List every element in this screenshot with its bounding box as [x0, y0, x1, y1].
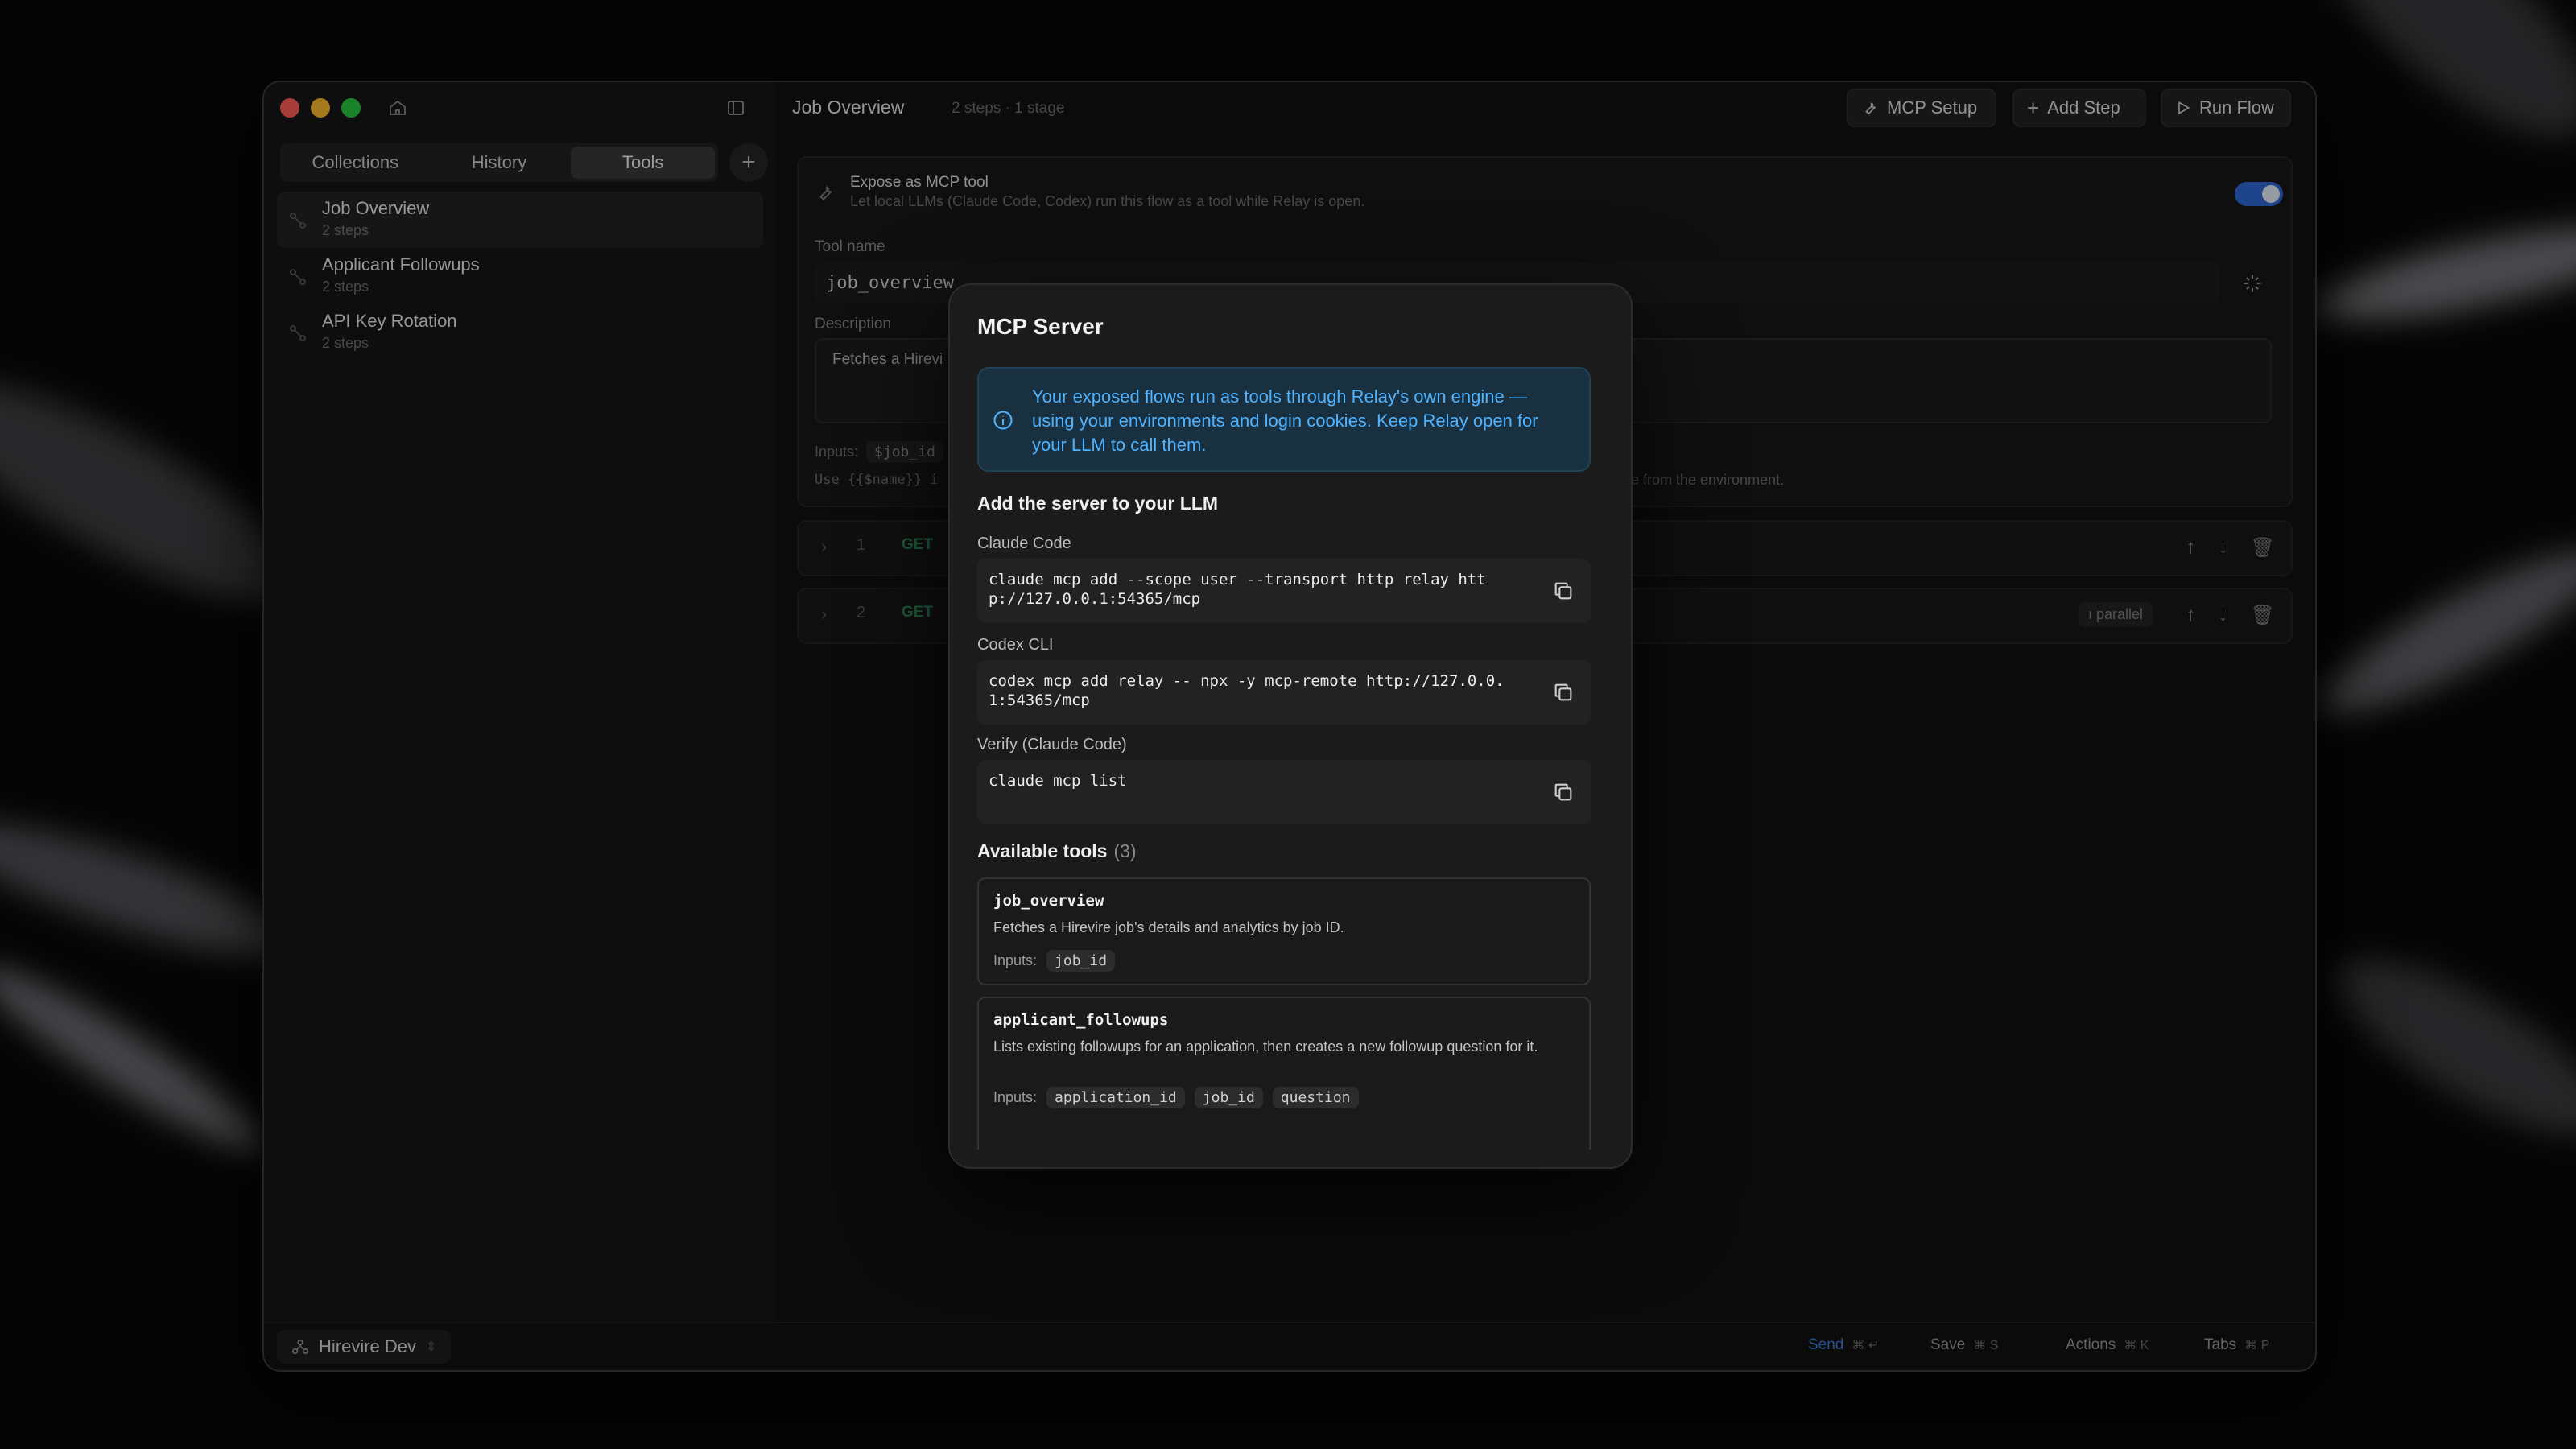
- info-icon: [993, 411, 1013, 430]
- claude-command[interactable]: claude mcp add --scope user --transport …: [989, 570, 1512, 609]
- available-tools-heading: Available tools (3): [977, 840, 1137, 862]
- tool-description: Fetches a Hirevire job's details and ana…: [993, 919, 1344, 935]
- verify-label: Verify (Claude Code): [977, 736, 1127, 753]
- claude-command-box: claude mcp add --scope user --transport …: [977, 559, 1591, 623]
- tool-name: job_overview: [993, 892, 1104, 910]
- copy-icon[interactable]: [1552, 580, 1575, 602]
- copy-icon[interactable]: [1552, 681, 1575, 704]
- tool-name: applicant_followups: [993, 1011, 1169, 1029]
- info-text: Your exposed flows run as tools through …: [1032, 386, 1538, 455]
- codex-cli-label: Codex CLI: [977, 636, 1054, 654]
- tool-input-chip: application_id: [1046, 1087, 1185, 1108]
- modal-title: MCP Server: [977, 314, 1104, 339]
- tool-card-applicant-followups[interactable]: applicant_followups Lists existing follo…: [977, 997, 1591, 1150]
- tool-input-chip: job_id: [1046, 950, 1116, 972]
- mcp-server-modal: MCP Server Your exposed flows run as too…: [948, 283, 1633, 1169]
- tool-description: Lists existing followups for an applicat…: [993, 1038, 1538, 1055]
- tool-inputs-label: Inputs:: [993, 1089, 1038, 1105]
- verify-command[interactable]: claude mcp list: [989, 771, 1512, 791]
- tool-inputs-label: Inputs:: [993, 952, 1038, 968]
- available-tools-count: (3): [1113, 840, 1137, 861]
- tool-card-job-overview[interactable]: job_overview Fetches a Hirevire job's de…: [977, 877, 1591, 985]
- claude-code-label: Claude Code: [977, 535, 1071, 552]
- codex-command-box: codex mcp add relay -- npx -y mcp-remote…: [977, 660, 1591, 724]
- codex-command[interactable]: codex mcp add relay -- npx -y mcp-remote…: [989, 671, 1512, 710]
- info-callout: Your exposed flows run as tools through …: [977, 367, 1591, 472]
- copy-icon[interactable]: [1552, 781, 1575, 803]
- available-tools-title: Available tools: [977, 840, 1108, 861]
- verify-command-box: claude mcp list: [977, 760, 1591, 824]
- tool-input-chip: question: [1272, 1087, 1359, 1108]
- add-server-heading: Add the server to your LLM: [977, 493, 1219, 514]
- tool-input-chip: job_id: [1194, 1087, 1263, 1108]
